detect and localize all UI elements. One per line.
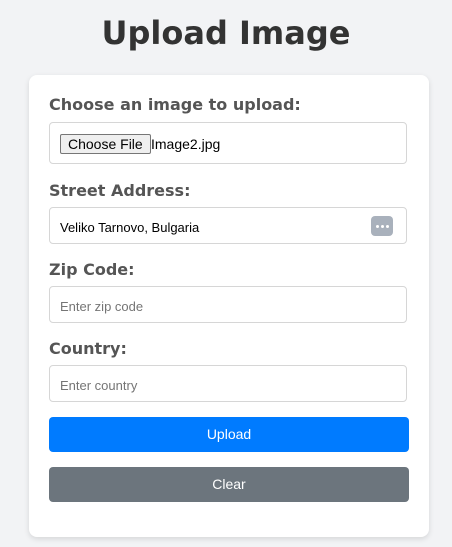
clear-button[interactable]: Clear: [49, 467, 409, 502]
country-label: Country:: [49, 339, 127, 358]
zip-code-box: [49, 286, 407, 325]
page-title: Upload Image: [101, 14, 351, 52]
page: Upload Image Choose an image to upload: …: [0, 0, 452, 547]
country-box: [49, 365, 407, 404]
zip-code-label: Zip Code:: [49, 260, 135, 279]
country-input[interactable]: [50, 366, 350, 404]
zip-code-input[interactable]: [50, 287, 350, 325]
file-label: Choose an image to upload:: [49, 95, 301, 114]
street-address-input[interactable]: [50, 208, 350, 246]
upload-button[interactable]: Upload: [49, 417, 409, 452]
upload-form-card: Choose an image to upload: Choose File I…: [29, 75, 429, 537]
street-address-label: Street Address:: [49, 181, 191, 200]
autofill-dots-icon[interactable]: [371, 216, 393, 236]
selected-file-name: Image2.jpg: [151, 136, 221, 152]
file-input-box[interactable]: Choose File Image2.jpg: [49, 122, 407, 164]
street-address-box: [49, 207, 407, 246]
choose-file-button[interactable]: Choose File: [60, 134, 151, 154]
